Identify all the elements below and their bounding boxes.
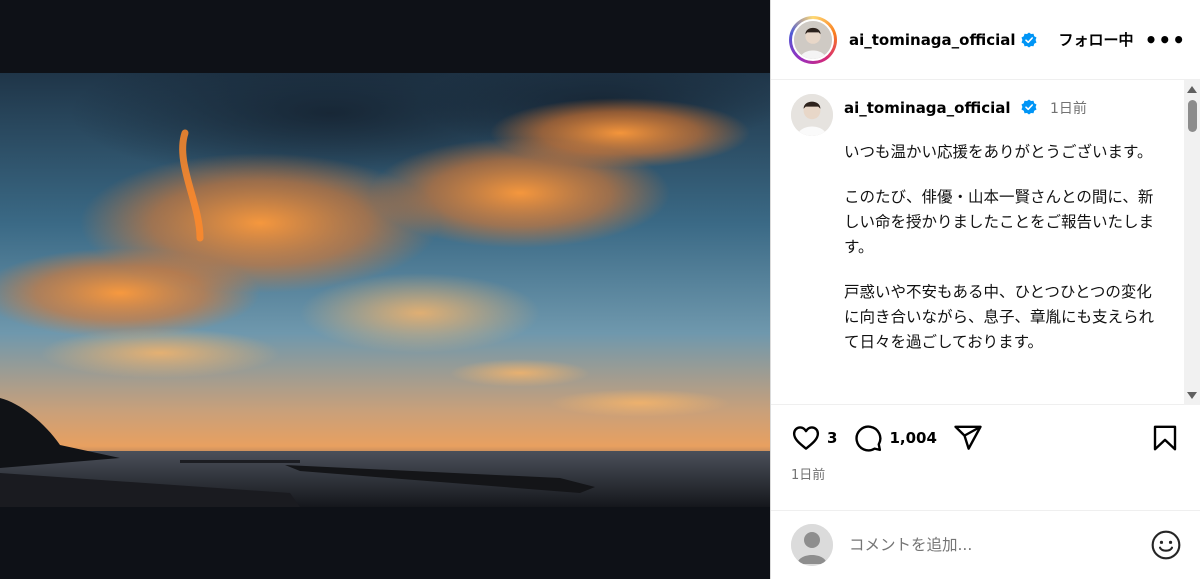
caption-header: ai_tominaga_official 1日前 xyxy=(771,80,1200,136)
following-button[interactable]: フォロー中 xyxy=(1059,29,1134,50)
emoji-smile-icon[interactable] xyxy=(1150,529,1182,561)
save-button[interactable] xyxy=(1150,423,1180,453)
verified-badge-icon xyxy=(1021,32,1037,47)
share-button[interactable] xyxy=(953,423,983,453)
avatar-image xyxy=(791,94,833,136)
post-actions: 3 1,004 xyxy=(791,418,1180,458)
avatar-image xyxy=(794,20,832,59)
heart-icon xyxy=(792,426,820,450)
comment-input[interactable] xyxy=(849,536,1150,554)
like-count[interactable]: 3 xyxy=(827,429,837,447)
scrollbar-thumb[interactable] xyxy=(1188,100,1197,132)
add-comment-bar xyxy=(771,510,1200,579)
post-header: ai_tominaga_official フォロー中 ••• xyxy=(771,0,1200,80)
caption-timestamp[interactable]: 1日前 xyxy=(1050,101,1087,117)
scroll-down-arrow-icon[interactable] xyxy=(1187,392,1197,399)
comment-count[interactable]: 1,004 xyxy=(889,429,936,447)
caption-paragraph: このたび、俳優・山本一賢さんとの間に、新しい命を授かりましたことをご報告いたしま… xyxy=(844,188,1155,256)
caption-avatar[interactable] xyxy=(791,94,833,136)
caption-username-line: ai_tominaga_official 1日前 xyxy=(844,98,1087,118)
post-side-panel: ai_tominaga_official フォロー中 ••• ai_tomina… xyxy=(770,0,1200,579)
default-user-icon xyxy=(791,524,833,566)
scroll-up-arrow-icon[interactable] xyxy=(1187,86,1197,93)
sunset-photo xyxy=(0,73,770,507)
more-options-button[interactable]: ••• xyxy=(1145,28,1186,52)
current-user-avatar xyxy=(791,524,833,566)
caption-paragraph: 戸惑いや不安もある中、ひとつひとつの変化に向き合いながら、息子、章胤にも支えられ… xyxy=(844,283,1155,351)
author-username[interactable]: ai_tominaga_official xyxy=(849,31,1016,49)
caption-scroll-area[interactable]: ai_tominaga_official 1日前 いつも温かい応援をありがとうご… xyxy=(771,80,1200,405)
paper-plane-icon xyxy=(954,425,982,450)
post-media[interactable] xyxy=(0,0,770,579)
caption-paragraph: いつも温かい応援をありがとうございます。 xyxy=(844,143,1153,161)
caption-scrollbar[interactable] xyxy=(1184,80,1200,405)
comment-button[interactable]: 1,004 xyxy=(853,423,937,453)
like-button[interactable]: 3 xyxy=(791,423,837,453)
post-date[interactable]: 1日前 xyxy=(791,464,825,483)
bookmark-icon xyxy=(1153,425,1177,451)
verified-badge-icon xyxy=(1021,99,1037,115)
instagram-post-modal: ai_tominaga_official フォロー中 ••• ai_tomina… xyxy=(0,0,1200,579)
author-avatar[interactable] xyxy=(789,15,837,64)
caption-username[interactable]: ai_tominaga_official xyxy=(844,99,1011,117)
caption-text: いつも温かい応援をありがとうございます。 このたび、俳優・山本一賢さんとの間に、… xyxy=(844,140,1162,375)
comment-bubble-icon xyxy=(855,425,882,452)
